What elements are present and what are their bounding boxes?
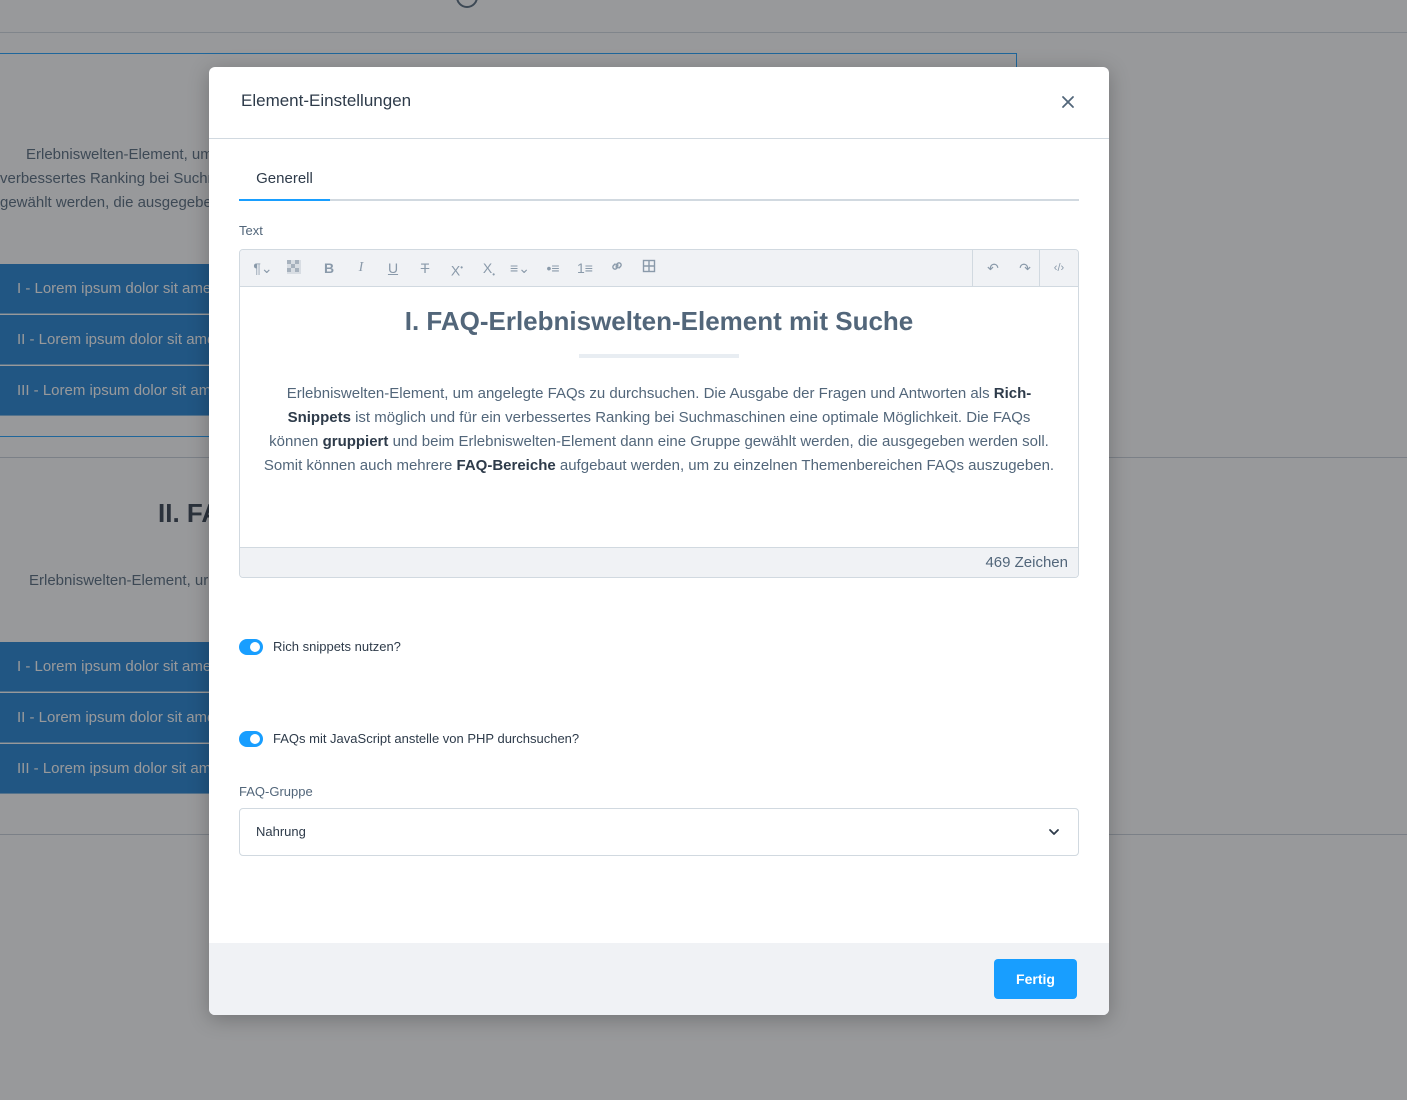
tab-generell[interactable]: Generell [239,168,330,201]
faq-group-value: Nahrung [256,824,306,839]
close-icon[interactable] [1057,91,1079,113]
ordered-list-icon[interactable]: 1≡ [575,259,595,277]
content-divider [579,354,739,358]
underline-icon[interactable]: U [384,259,402,277]
strikethrough-icon[interactable]: T [416,259,434,277]
done-button[interactable]: Fertig [994,959,1077,999]
unordered-list-icon[interactable]: •≡ [543,259,563,277]
tab-bar: Generell [239,168,1079,201]
faq-group-label: FAQ-Gruppe [239,784,313,799]
redo-icon[interactable]: ↷ [1015,259,1035,277]
modal-footer: Fertig [209,943,1109,1015]
text-field-label: Text [239,223,263,238]
chevron-down-icon [1049,829,1059,835]
subscript-icon[interactable]: X• [479,259,499,279]
javascript-search-toggle[interactable] [239,731,263,747]
modal-header: Element-Einstellungen [209,67,1109,139]
clear-format-icon[interactable] [284,259,304,277]
javascript-search-label: FAQs mit JavaScript anstelle von PHP dur… [273,731,580,746]
rich-snippets-toggle[interactable] [239,639,263,655]
editor-toolbar: ¶⌄ B I U T X• X• ≡⌄ •≡ 1≡ ↶ ↷ ‹/› [240,250,1078,287]
toolbar-separator [972,250,973,286]
content-heading: I. FAQ-Erlebniswelten-Element mit Suche [404,306,914,336]
bold-icon[interactable]: B [320,259,338,277]
content-paragraph: Erlebniswelten-Element, um angelegte FAQ… [263,385,1055,474]
modal-title: Element-Einstellungen [241,91,412,110]
faq-group-select[interactable]: Nahrung [239,808,1079,856]
italic-icon[interactable]: I [352,259,370,277]
table-icon[interactable] [639,259,659,277]
character-count: 469 Zeichen [240,547,1078,577]
editor-content[interactable]: I. FAQ-Erlebniswelten-Element mit Suche … [240,287,1078,547]
code-view-icon[interactable]: ‹/› [1048,259,1070,277]
rich-text-editor[interactable]: ¶⌄ B I U T X• X• ≡⌄ •≡ 1≡ ↶ ↷ ‹/› I. FAQ… [239,249,1079,578]
rich-snippets-label: Rich snippets nutzen? [273,639,401,654]
undo-icon[interactable]: ↶ [983,259,1003,277]
element-settings-modal: Element-Einstellungen Generell Text ¶⌄ B… [209,67,1109,1015]
toolbar-separator [1039,250,1040,286]
align-icon[interactable]: ≡⌄ [506,259,534,277]
link-icon[interactable] [607,259,627,277]
paragraph-format-icon[interactable]: ¶⌄ [250,259,276,277]
superscript-icon[interactable]: X• [447,259,467,279]
